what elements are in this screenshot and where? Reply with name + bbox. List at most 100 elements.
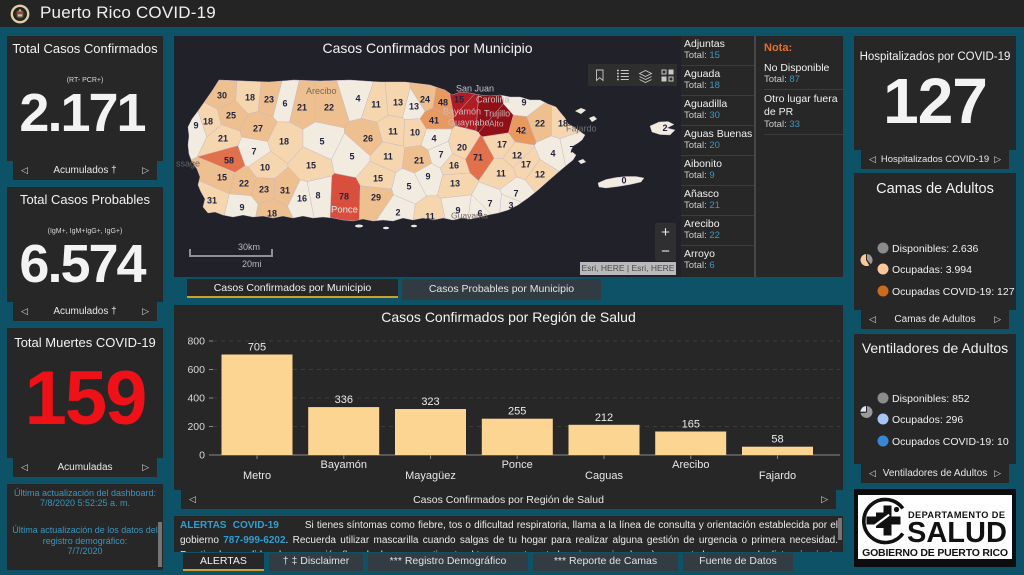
svg-text:7: 7 bbox=[569, 145, 574, 155]
svg-text:3: 3 bbox=[508, 201, 513, 211]
svg-text:Arecibo: Arecibo bbox=[672, 459, 709, 471]
svg-text:5: 5 bbox=[406, 182, 411, 192]
svg-text:20: 20 bbox=[457, 143, 467, 153]
svg-text:22: 22 bbox=[535, 119, 545, 129]
svg-text:5: 5 bbox=[319, 137, 324, 147]
svg-text:22: 22 bbox=[239, 179, 249, 189]
svg-text:9: 9 bbox=[425, 172, 430, 182]
svg-text:San Juan: San Juan bbox=[456, 84, 494, 94]
svg-text:4: 4 bbox=[550, 149, 555, 159]
svg-text:Mayagüez: Mayagüez bbox=[405, 470, 456, 482]
svg-text:11: 11 bbox=[383, 152, 393, 162]
svg-text:165: 165 bbox=[682, 419, 700, 431]
svg-text:0: 0 bbox=[199, 450, 205, 462]
svg-text:15: 15 bbox=[306, 161, 316, 171]
svg-text:Metro: Metro bbox=[243, 470, 271, 482]
svg-text:9: 9 bbox=[193, 121, 198, 131]
svg-text:Disponibles: 2.636: Disponibles: 2.636 bbox=[892, 243, 979, 255]
svg-text:Caguas: Caguas bbox=[585, 470, 623, 482]
svg-text:4: 4 bbox=[431, 134, 436, 144]
svg-text:4: 4 bbox=[355, 94, 360, 104]
svg-text:400: 400 bbox=[187, 393, 205, 405]
svg-text:17: 17 bbox=[521, 160, 531, 170]
svg-text:9: 9 bbox=[239, 203, 244, 213]
svg-text:17: 17 bbox=[497, 140, 507, 150]
svg-text:58: 58 bbox=[771, 434, 783, 446]
svg-text:18: 18 bbox=[245, 93, 255, 103]
svg-text:15: 15 bbox=[454, 95, 464, 105]
svg-text:24: 24 bbox=[420, 95, 430, 105]
svg-text:11: 11 bbox=[496, 169, 506, 179]
svg-text:2: 2 bbox=[395, 208, 400, 218]
svg-text:31: 31 bbox=[207, 196, 217, 206]
svg-text:31: 31 bbox=[280, 186, 290, 196]
svg-text:9: 9 bbox=[521, 98, 526, 108]
svg-text:22: 22 bbox=[324, 103, 334, 113]
svg-text:Bayamón: Bayamón bbox=[443, 107, 481, 117]
svg-text:Ponce: Ponce bbox=[502, 459, 533, 471]
svg-text:7: 7 bbox=[251, 147, 256, 157]
svg-text:7: 7 bbox=[438, 150, 443, 160]
svg-text:SALUD: SALUD bbox=[907, 517, 1007, 549]
svg-text:10: 10 bbox=[410, 128, 420, 138]
svg-text:Arecibo: Arecibo bbox=[306, 86, 337, 96]
svg-text:255: 255 bbox=[508, 406, 526, 418]
svg-text:29: 29 bbox=[371, 193, 381, 203]
svg-text:78: 78 bbox=[339, 192, 349, 202]
svg-text:42: 42 bbox=[516, 126, 526, 136]
svg-text:Alto: Alto bbox=[489, 119, 504, 129]
svg-text:800: 800 bbox=[187, 336, 205, 348]
svg-text:Bayamón: Bayamón bbox=[321, 459, 367, 471]
svg-text:21: 21 bbox=[218, 134, 228, 144]
svg-text:5: 5 bbox=[349, 152, 354, 162]
svg-text:200: 200 bbox=[187, 421, 205, 433]
svg-text:Carolina: Carolina bbox=[476, 95, 510, 105]
svg-text:21: 21 bbox=[414, 156, 424, 166]
svg-text:10: 10 bbox=[260, 163, 270, 173]
svg-text:Guaynabo: Guaynabo bbox=[448, 118, 490, 128]
svg-text:2: 2 bbox=[662, 123, 667, 133]
svg-text:12: 12 bbox=[535, 170, 545, 180]
svg-text:6: 6 bbox=[282, 99, 287, 109]
svg-text:23: 23 bbox=[264, 95, 274, 105]
svg-text:8: 8 bbox=[315, 191, 320, 201]
svg-text:13: 13 bbox=[409, 102, 419, 112]
svg-text:16: 16 bbox=[297, 194, 307, 204]
svg-text:0: 0 bbox=[621, 176, 626, 186]
svg-text:41: 41 bbox=[429, 116, 439, 126]
svg-text:18: 18 bbox=[203, 117, 213, 127]
svg-text:Disponibles: 852: Disponibles: 852 bbox=[892, 393, 970, 405]
svg-text:13: 13 bbox=[393, 98, 403, 108]
svg-text:323: 323 bbox=[421, 396, 439, 408]
svg-text:21: 21 bbox=[297, 103, 307, 113]
svg-text:15: 15 bbox=[373, 174, 383, 184]
svg-text:ssage: ssage bbox=[176, 159, 200, 169]
svg-text:212: 212 bbox=[595, 412, 613, 424]
svg-text:58: 58 bbox=[224, 156, 234, 166]
svg-text:27: 27 bbox=[253, 124, 263, 134]
svg-text:600: 600 bbox=[187, 364, 205, 376]
svg-text:16: 16 bbox=[449, 161, 459, 171]
svg-text:Fajardo: Fajardo bbox=[566, 124, 597, 134]
svg-text:30: 30 bbox=[217, 91, 227, 101]
svg-text:7: 7 bbox=[487, 199, 492, 209]
svg-text:Ocupadas COVID-19: 127: Ocupadas COVID-19: 127 bbox=[892, 286, 1015, 298]
svg-text:26: 26 bbox=[363, 134, 373, 144]
svg-text:Ocupadas: 3.994: Ocupadas: 3.994 bbox=[892, 264, 972, 276]
svg-text:7: 7 bbox=[513, 189, 518, 199]
svg-text:25: 25 bbox=[226, 111, 236, 121]
svg-text:Guayama: Guayama bbox=[451, 211, 488, 221]
svg-text:15: 15 bbox=[217, 173, 227, 183]
svg-text:71: 71 bbox=[473, 153, 483, 163]
svg-text:Ponce: Ponce bbox=[331, 205, 358, 216]
svg-text:13: 13 bbox=[450, 179, 460, 189]
svg-text:11: 11 bbox=[425, 212, 435, 222]
svg-text:11: 11 bbox=[371, 100, 381, 110]
svg-text:Ocupados: 296: Ocupados: 296 bbox=[892, 414, 963, 426]
svg-text:18: 18 bbox=[267, 209, 277, 219]
svg-text:11: 11 bbox=[388, 127, 398, 137]
svg-text:Ocupados COVID-19: 10: Ocupados COVID-19: 10 bbox=[892, 436, 1009, 448]
svg-text:Fajardo: Fajardo bbox=[759, 470, 796, 482]
svg-text:23: 23 bbox=[259, 185, 269, 195]
svg-text:GOBIERNO DE PUERTO RICO: GOBIERNO DE PUERTO RICO bbox=[862, 547, 1008, 559]
